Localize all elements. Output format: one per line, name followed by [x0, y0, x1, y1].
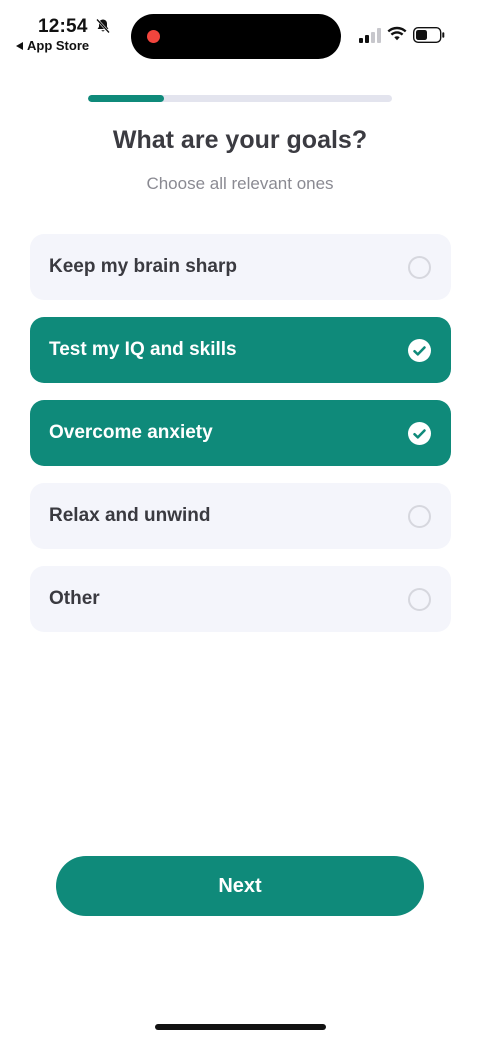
progress-fill: [88, 95, 164, 102]
checkmark-circle-icon: [408, 422, 431, 445]
goal-option-relax-unwind[interactable]: Relax and unwind: [30, 483, 451, 549]
status-bar: 12:54 App Store: [0, 0, 480, 62]
bell-slash-icon: [96, 18, 110, 34]
goal-option-other[interactable]: Other: [30, 566, 451, 632]
page-subtitle: Choose all relevant ones: [146, 174, 334, 193]
back-to-app-store[interactable]: App Store: [16, 38, 89, 53]
signal-icon: [359, 28, 381, 43]
dynamic-island: [131, 14, 341, 59]
goal-option-test-iq[interactable]: Test my IQ and skills: [30, 317, 451, 383]
goal-option-label: Other: [49, 588, 100, 609]
goal-option-keep-brain-sharp[interactable]: Keep my brain sharp: [30, 234, 451, 300]
back-app-label: App Store: [27, 38, 90, 53]
goals-options-list: Keep my brain sharp Test my IQ and skill…: [30, 234, 451, 649]
unchecked-circle-icon: [408, 505, 431, 528]
back-triangle-icon: [16, 41, 23, 50]
goal-option-label: Overcome anxiety: [49, 422, 213, 443]
wifi-icon: [387, 26, 407, 41]
unchecked-circle-icon: [408, 256, 431, 279]
onboarding-progress-bar: [88, 95, 392, 102]
unchecked-circle-icon: [408, 588, 431, 611]
goal-option-overcome-anxiety[interactable]: Overcome anxiety: [30, 400, 451, 466]
goal-option-label: Test my IQ and skills: [49, 339, 237, 360]
goal-option-label: Relax and unwind: [49, 505, 211, 526]
battery-icon: [413, 27, 445, 43]
next-button[interactable]: Next: [56, 856, 424, 916]
home-indicator[interactable]: [155, 1024, 326, 1030]
goal-option-label: Keep my brain sharp: [49, 256, 237, 277]
page-title: What are your goals?: [112, 126, 368, 154]
recording-indicator-icon: [147, 30, 160, 43]
status-time: 12:54: [38, 16, 88, 37]
checkmark-circle-icon: [408, 339, 431, 362]
